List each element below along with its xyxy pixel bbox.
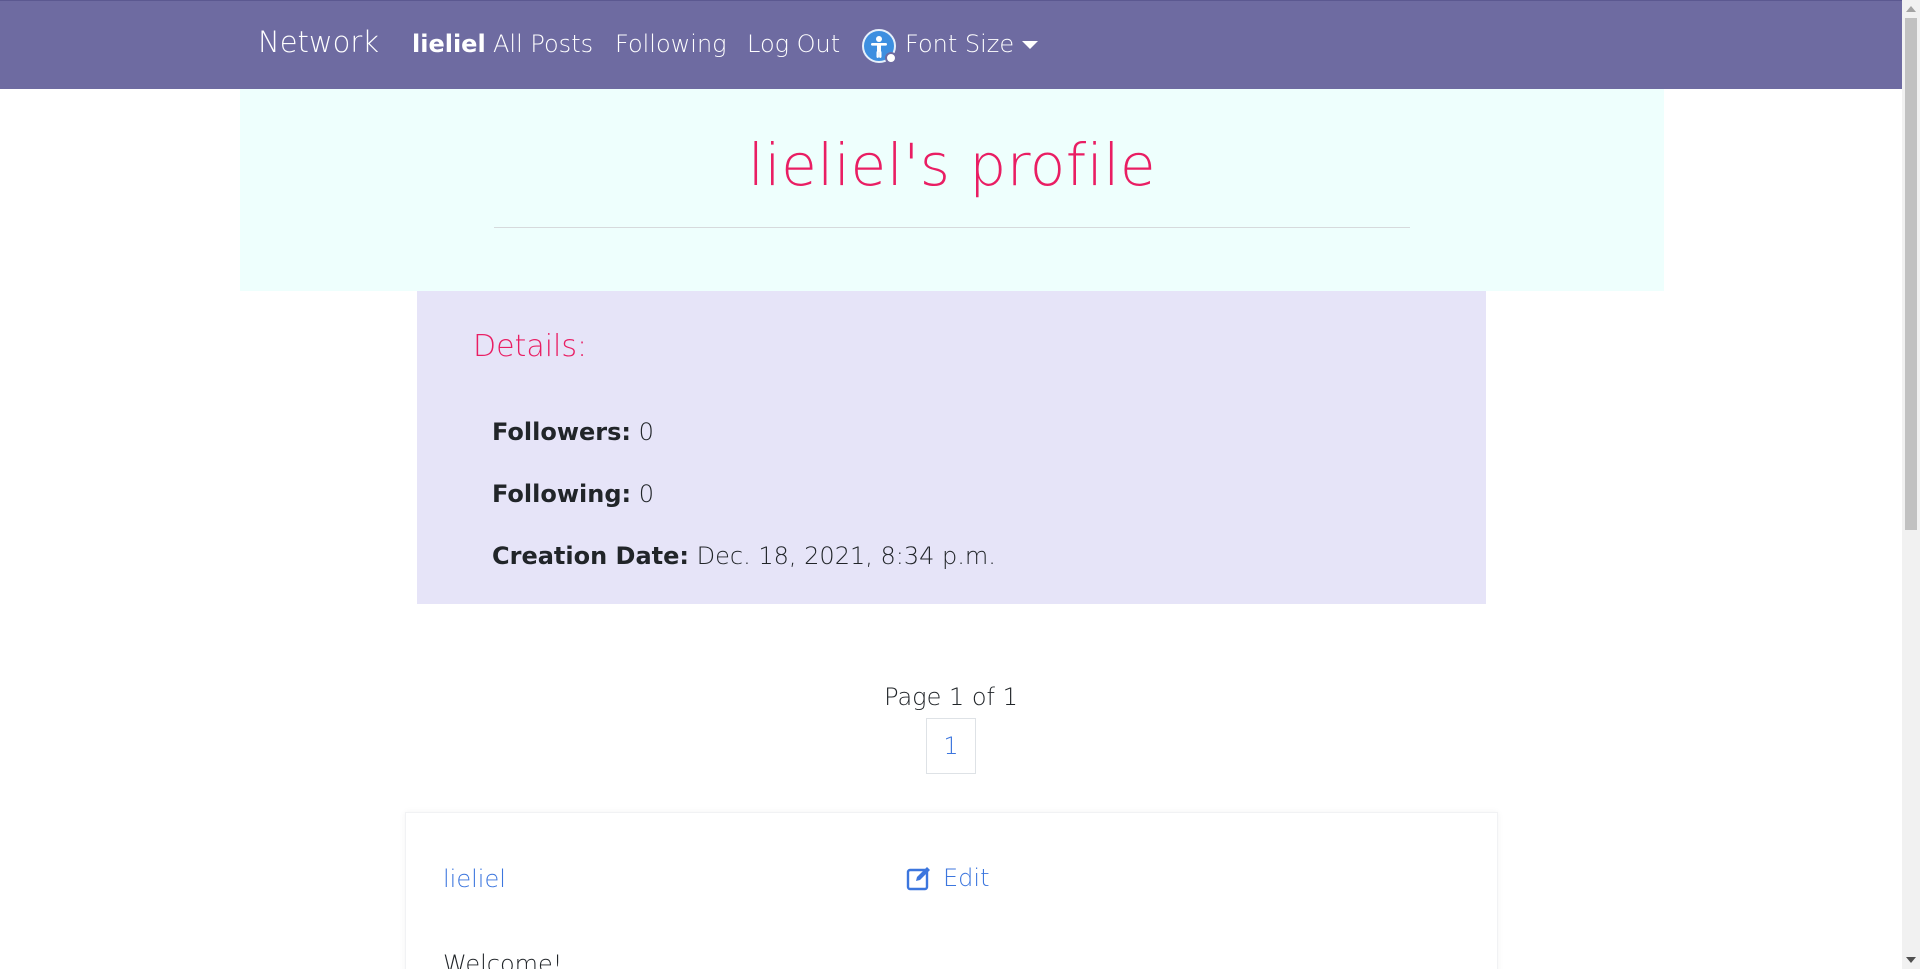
header-divider	[494, 227, 1410, 228]
nav-link-logout[interactable]: Log Out	[747, 30, 840, 58]
chevron-down-icon[interactable]	[1022, 41, 1038, 49]
creation-date-label: Creation Date:	[492, 542, 690, 570]
edit-icon	[906, 867, 930, 891]
scroll-up-icon[interactable]	[1906, 6, 1916, 12]
edit-post-button[interactable]: Edit	[906, 864, 990, 892]
pagination-info: Page 1 of 1	[884, 683, 1018, 711]
post-body: Welcome!	[443, 950, 563, 969]
profile-header: lieliel's profile	[240, 89, 1664, 291]
accessibility-badge-icon	[885, 52, 897, 64]
nav-link-profile[interactable]: lieliel	[412, 30, 486, 58]
followers-row: Followers: 0	[492, 418, 654, 446]
following-row: Following: 0	[492, 480, 654, 508]
page-title: lieliel's profile	[747, 131, 1157, 199]
scroll-down-icon[interactable]	[1906, 957, 1916, 963]
brand-link[interactable]: Network	[258, 25, 379, 59]
nav-link-all-posts[interactable]: All Posts	[493, 30, 593, 58]
following-label: Following:	[492, 480, 632, 508]
navbar: Network lieliel All Posts Following Log …	[0, 0, 1902, 89]
details-heading: Details:	[473, 329, 588, 364]
creation-date-value: Dec. 18, 2021, 8:34 p.m.	[696, 542, 996, 570]
post-card: lieliel Edit Welcome!	[405, 812, 1498, 969]
edit-label: Edit	[943, 864, 990, 892]
font-size-dropdown[interactable]: Font Size	[905, 30, 1014, 58]
post-author-link[interactable]: lieliel	[443, 865, 506, 893]
details-panel: Details: Followers: 0 Following: 0 Creat…	[417, 291, 1486, 604]
creation-date-row: Creation Date: Dec. 18, 2021, 8:34 p.m.	[492, 542, 996, 570]
scrollbar-thumb[interactable]	[1905, 18, 1917, 530]
nav-link-following[interactable]: Following	[615, 30, 727, 58]
accessibility-icon[interactable]	[862, 29, 897, 64]
followers-label: Followers:	[492, 418, 632, 446]
following-count: 0	[638, 480, 655, 508]
vertical-scrollbar[interactable]	[1902, 0, 1920, 969]
followers-count: 0	[638, 418, 654, 446]
pagination-page-button[interactable]: 1	[926, 718, 976, 774]
